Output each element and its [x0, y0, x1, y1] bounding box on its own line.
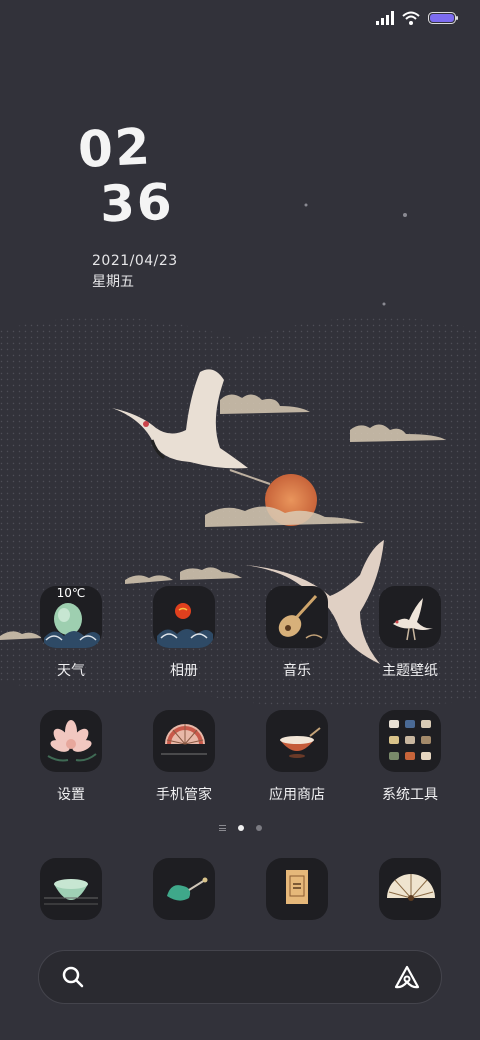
app-label: 主题壁纸	[382, 663, 438, 679]
dock-browser[interactable]	[241, 858, 353, 920]
app-music[interactable]: 音乐	[241, 586, 353, 680]
clock-hours: 02	[76, 117, 154, 180]
app-settings[interactable]: 设置	[15, 710, 127, 804]
gallery-icon	[153, 586, 215, 648]
camera-icon	[379, 858, 441, 920]
system-tools-folder-icon	[379, 710, 441, 772]
dock-phone[interactable]	[15, 858, 127, 920]
date-text: 2021/04/23	[92, 253, 178, 269]
dock-camera[interactable]	[354, 858, 466, 920]
settings-icon	[40, 710, 102, 772]
app-weather[interactable]: 10℃ 天气	[15, 586, 127, 680]
app-security[interactable]: 手机管家	[128, 710, 240, 804]
weather-icon: 10℃	[40, 586, 102, 648]
app-label: 应用商店	[269, 787, 325, 803]
battery-icon	[428, 10, 458, 29]
weekday-text: 星期五	[92, 274, 134, 290]
signal-bars-icon	[376, 10, 394, 29]
page-list-icon	[218, 825, 226, 831]
app-label: 相册	[170, 663, 198, 679]
page-dot	[255, 825, 262, 831]
clock-widget[interactable]: 02 36	[77, 117, 238, 234]
clock-minutes: 36	[99, 172, 175, 234]
app-label: 系统工具	[382, 787, 438, 803]
phone-icon	[40, 858, 102, 920]
search-bar[interactable]	[38, 950, 442, 1004]
app-label: 天气	[57, 663, 85, 679]
search-icon[interactable]	[61, 965, 85, 993]
app-label: 设置	[57, 787, 85, 803]
themes-icon	[379, 586, 441, 648]
app-label: 音乐	[283, 663, 311, 679]
folder-system-tools[interactable]: 系统工具	[354, 710, 466, 804]
page-indicator[interactable]	[0, 825, 480, 831]
app-store[interactable]: 应用商店	[241, 710, 353, 804]
music-icon	[266, 586, 328, 648]
assistant-icon[interactable]	[393, 964, 421, 996]
dock-messages[interactable]	[128, 858, 240, 920]
weather-temp-badge: 10℃	[56, 586, 86, 600]
page-dot-active	[237, 825, 244, 831]
browser-icon	[266, 858, 328, 920]
app-label: 手机管家	[156, 787, 212, 803]
messages-icon	[153, 858, 215, 920]
status-bar	[376, 10, 458, 28]
app-themes[interactable]: 主题壁纸	[354, 586, 466, 680]
wifi-icon	[402, 10, 420, 29]
app-gallery[interactable]: 相册	[128, 586, 240, 680]
security-icon	[153, 710, 215, 772]
app-store-icon	[266, 710, 328, 772]
